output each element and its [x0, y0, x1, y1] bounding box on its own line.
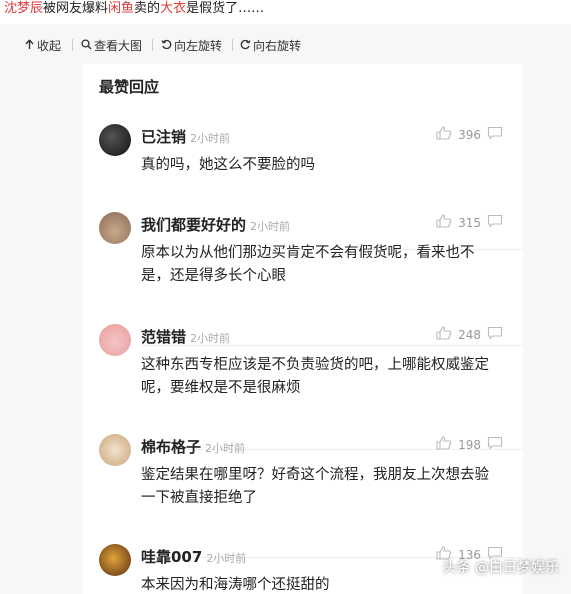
- avatar[interactable]: [99, 124, 131, 156]
- like-count: 248: [458, 327, 481, 342]
- rotate-left-button[interactable]: 向左旋转: [161, 37, 222, 54]
- comment-text: 真的吗，她这么不要脸的吗: [141, 157, 315, 173]
- thumbs-up-icon[interactable]: [436, 126, 452, 143]
- headline-link-xianyu[interactable]: 闲鱼: [108, 1, 134, 16]
- avatar[interactable]: [99, 212, 131, 244]
- toolbar-divider: [72, 39, 73, 51]
- watermark: 头条 @白日梦娱乐: [442, 560, 559, 576]
- comment-username[interactable]: 范错错 2小时前: [141, 326, 230, 347]
- rotate-right-button[interactable]: 向右旋转: [240, 37, 301, 54]
- username-text: 范错错: [141, 328, 187, 346]
- rotate-left-label: 向左旋转: [174, 39, 223, 53]
- comment-username[interactable]: 已注销 2小时前: [141, 126, 230, 147]
- username-text: 棉布格子: [141, 438, 202, 456]
- collapse-icon: [24, 39, 35, 53]
- thumbs-up-icon[interactable]: [436, 326, 452, 343]
- comment-actions: 198: [436, 436, 503, 453]
- avatar[interactable]: [99, 544, 131, 576]
- reply-icon[interactable]: [487, 126, 503, 143]
- username-text: 已注销: [141, 128, 187, 146]
- comment-item: 棉布格子 2小时前 198 鉴定结果在哪里呀？好奇这个流程，我朋友上次想去验一下被…: [83, 432, 523, 558]
- reply-icon[interactable]: [487, 436, 503, 453]
- comment-item: 范错错 2小时前 248 这种东西专柜应该是不负责验货的吧，上哪能权威鉴定呢，要维…: [83, 322, 523, 450]
- comment-time: 2小时前: [250, 220, 291, 233]
- username-text: 我们都要好好的: [141, 216, 247, 234]
- section-title: 最赞回应: [99, 78, 160, 96]
- view-large-label: 查看大图: [94, 39, 143, 53]
- article-headline: 沈梦辰被网友爆料闲鱼卖的大衣是假货了……: [0, 0, 571, 24]
- comment-item: 我们都要好好的 2小时前 315 原本以为从他们那边买肯定不会有假货呢，看来也不是…: [83, 210, 523, 346]
- rotate-right-label: 向右旋转: [253, 39, 302, 53]
- view-large-button[interactable]: 查看大图: [81, 37, 142, 54]
- headline-text: 是假货了……: [186, 1, 265, 16]
- comment-username[interactable]: 棉布格子 2小时前: [141, 436, 245, 457]
- comment-time: 2小时前: [190, 132, 231, 145]
- comment-username[interactable]: 我们都要好好的 2小时前: [141, 214, 290, 235]
- reply-icon[interactable]: [487, 214, 503, 231]
- comment-actions: 396: [436, 126, 503, 143]
- toolbar-divider: [152, 39, 153, 51]
- like-count: 315: [458, 215, 481, 230]
- headline-text: 卖的: [134, 1, 161, 16]
- avatar[interactable]: [99, 434, 131, 466]
- headline-link-coat[interactable]: 大衣: [160, 1, 186, 16]
- comment-text: 这种东西专柜应该是不负责验货的吧，上哪能权威鉴定呢，要维权是不是很麻烦: [141, 357, 489, 396]
- comment-time: 2小时前: [205, 442, 246, 455]
- rotate-right-icon: [240, 39, 251, 53]
- comments-panel: 最赞回应 已注销 2小时前 396 真的吗，她这么不要脸的吗 我们都要好好的 2小时…: [83, 64, 523, 594]
- reply-icon[interactable]: [487, 326, 503, 343]
- comment-actions: 248: [436, 326, 503, 343]
- username-text: 哇靠007: [141, 548, 203, 566]
- comment-time: 2小时前: [190, 332, 231, 345]
- collapse-label: 收起: [37, 39, 62, 53]
- collapse-button[interactable]: 收起: [24, 37, 61, 54]
- comment-username[interactable]: 哇靠007 2小时前: [141, 546, 246, 567]
- comment-time: 2小时前: [206, 552, 247, 565]
- comment-actions: 315: [436, 214, 503, 231]
- headline-link-name[interactable]: 沈梦辰: [4, 1, 43, 16]
- like-count: 198: [458, 437, 481, 452]
- magnifier-icon: [81, 38, 92, 53]
- toolbar-divider: [232, 39, 233, 51]
- comment-text: 鉴定结果在哪里呀？好奇这个流程，我朋友上次想去验一下被直接拒绝了: [141, 467, 489, 506]
- thumbs-up-icon[interactable]: [436, 214, 452, 231]
- rotate-left-icon: [161, 39, 172, 53]
- thumbs-up-icon[interactable]: [436, 436, 452, 453]
- like-count: 396: [458, 127, 481, 142]
- avatar[interactable]: [99, 324, 131, 356]
- headline-text: 被网友爆料: [43, 1, 109, 16]
- comment-text: 原本以为从他们那边买肯定不会有假货呢，看来也不是，还是得多长个心眼: [141, 245, 475, 284]
- image-toolbar: 收起 查看大图 向左旋转 向右旋转: [0, 24, 571, 68]
- comment-text: 本来因为和海涛哪个还挺甜的: [141, 577, 330, 593]
